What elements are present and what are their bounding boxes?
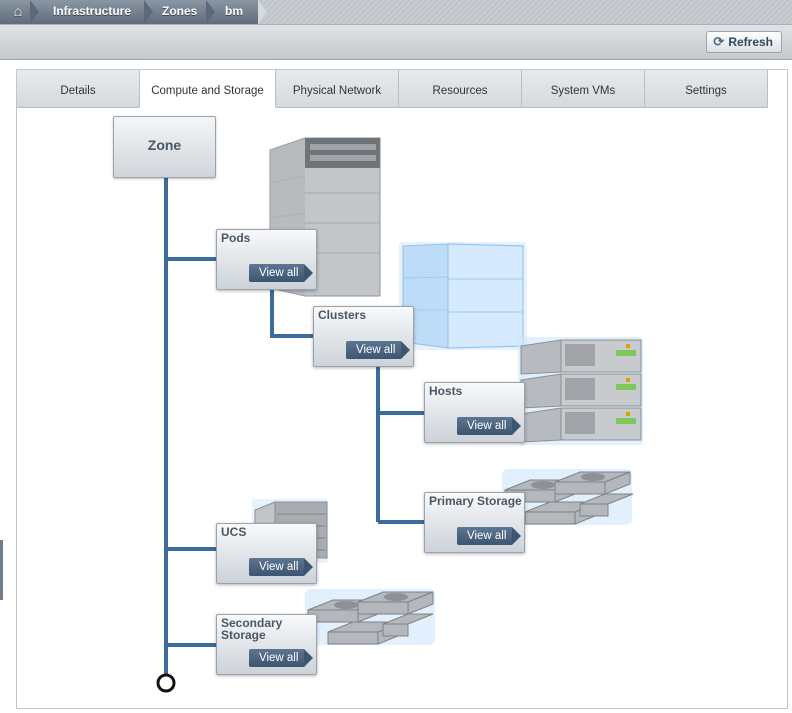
tab-settings[interactable]: Settings	[645, 70, 768, 108]
secondary-storage-node: Secondary Storage View all	[216, 614, 317, 675]
hosts-node: Hosts View all	[424, 382, 525, 443]
refresh-label: Refresh	[728, 35, 773, 49]
breadcrumb-separator	[144, 0, 153, 24]
primary-storage-view-all-button[interactable]: View all	[457, 527, 521, 545]
breadcrumb-current-zone: bm	[225, 4, 243, 18]
primary-storage-title: Primary Storage	[429, 494, 522, 508]
tab-details[interactable]: Details	[17, 70, 140, 108]
ucs-view-all-button[interactable]: View all	[249, 558, 313, 576]
tab-system-vms[interactable]: System VMs	[522, 70, 645, 108]
ucs-node: UCS View all	[216, 523, 317, 584]
pods-title: Pods	[221, 231, 251, 245]
pods-view-all-button[interactable]: View all	[249, 264, 313, 282]
tab-physical-network[interactable]: Physical Network	[276, 70, 399, 108]
clusters-view-all-button[interactable]: View all	[346, 341, 410, 359]
home-icon[interactable]: ⌂	[6, 0, 30, 24]
window-edge	[0, 540, 3, 600]
breadcrumb: ⌂ Infrastructure Zones bm	[0, 0, 792, 24]
breadcrumb-end-arrow	[258, 0, 267, 24]
tab-compute-and-storage[interactable]: Compute and Storage	[139, 70, 276, 108]
breadcrumb-separator	[30, 0, 39, 24]
zone-node: Zone	[113, 116, 216, 178]
tab-bar: Details Compute and Storage Physical Net…	[17, 70, 768, 108]
toolbar: ⟳ Refresh	[0, 24, 792, 60]
breadcrumb-zones[interactable]: Zones	[162, 0, 197, 24]
primary-storage-node: Primary Storage View all	[424, 492, 525, 553]
hosts-title: Hosts	[429, 384, 463, 398]
pods-node: Pods View all	[216, 229, 317, 290]
hosts-view-all-button[interactable]: View all	[457, 417, 521, 435]
ucs-title: UCS	[221, 525, 247, 539]
secondary-storage-view-all-button[interactable]: View all	[249, 649, 313, 667]
breadcrumb-infrastructure[interactable]: Infrastructure	[53, 0, 131, 24]
breadcrumb-background	[258, 0, 792, 24]
refresh-icon: ⟳	[713, 34, 725, 49]
refresh-button[interactable]: ⟳ Refresh	[706, 31, 782, 53]
tab-resources[interactable]: Resources	[399, 70, 522, 108]
clusters-title: Clusters	[318, 308, 367, 322]
breadcrumb-separator	[206, 0, 215, 24]
secondary-storage-title: Secondary Storage	[221, 616, 283, 642]
clusters-node: Clusters View all	[313, 306, 414, 367]
